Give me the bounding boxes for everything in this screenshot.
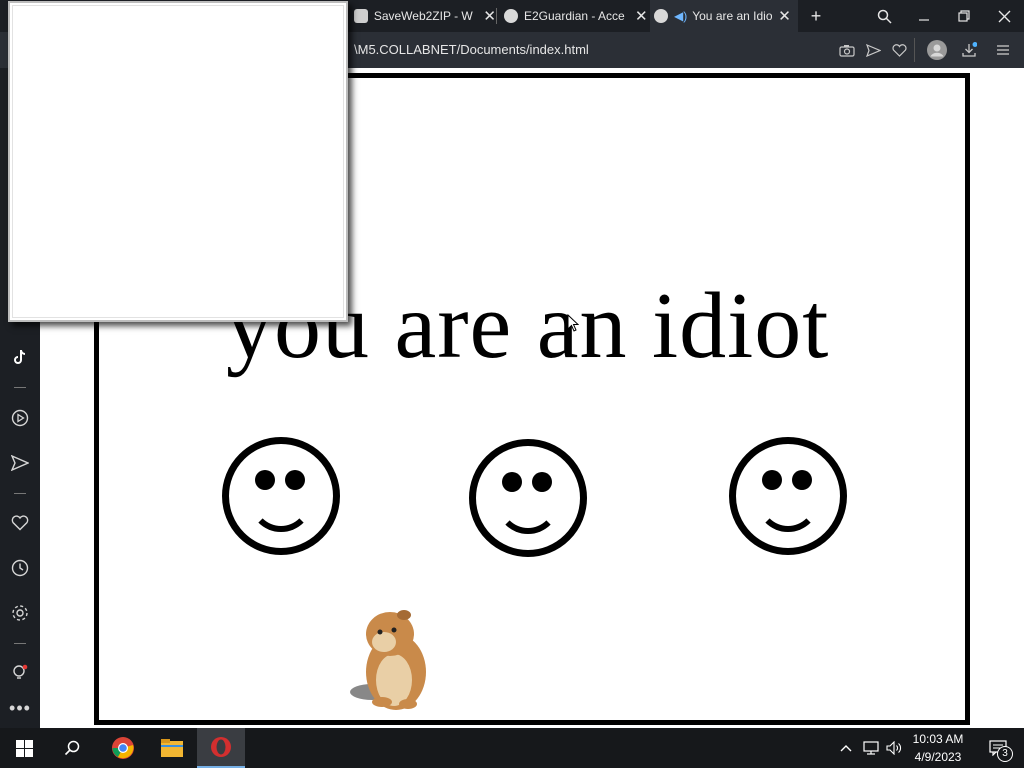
clock-date: 4/9/2023 (914, 750, 962, 764)
tab-title: You are an Idio (692, 9, 773, 23)
settings-gear-icon[interactable] (0, 598, 40, 628)
close-window-icon[interactable] (984, 0, 1024, 32)
new-tab-button[interactable]: + (796, 0, 836, 32)
globe-icon (504, 9, 518, 23)
taskbar-search-icon[interactable] (48, 728, 96, 768)
clock-time: 10:03 AM (912, 732, 964, 746)
close-tab-icon[interactable]: ✕ (635, 7, 648, 25)
opera-icon[interactable] (197, 728, 245, 768)
smiley-eye (285, 470, 305, 490)
speaker-icon[interactable]: ◀) (674, 9, 687, 23)
url-field[interactable]: \M5.COLLABNET/Documents/index.html (354, 32, 589, 68)
tab-title: E2Guardian - Acce (524, 9, 625, 23)
smiley-face-icon (729, 437, 847, 555)
network-icon[interactable] (860, 728, 882, 768)
flow-send-icon[interactable] (0, 448, 40, 478)
bookmarks-heart-icon[interactable] (0, 508, 40, 538)
more-options-icon[interactable]: ••• (0, 693, 40, 723)
close-tab-icon[interactable]: ✕ (778, 7, 791, 25)
lightbulb-icon[interactable] (0, 658, 40, 688)
saveweb2zip-favicon-icon (354, 9, 368, 23)
smiley-eye (532, 472, 552, 492)
tiktok-icon[interactable] (0, 342, 40, 372)
toolbar-divider (914, 38, 915, 62)
dancing-hamster-image (344, 606, 434, 714)
tab-divider (496, 8, 497, 24)
blank-popup-content (12, 5, 344, 318)
smiley-mouth (249, 492, 313, 532)
sidebar-divider (14, 493, 26, 494)
heart-icon[interactable] (886, 32, 912, 68)
smiley-eye (255, 470, 275, 490)
tab-title: SaveWeb2ZIP - W (373, 9, 473, 23)
file-explorer-icon[interactable] (148, 728, 196, 768)
close-tab-icon[interactable]: ✕ (483, 7, 496, 25)
send-arrow-icon[interactable] (860, 32, 886, 68)
smiley-mouth (756, 492, 820, 532)
smiley-eye (502, 472, 522, 492)
tab-you-are-an-idiot[interactable]: ◀) You are an Idio ✕ (650, 0, 798, 32)
player-icon[interactable] (0, 403, 40, 433)
tab-saveweb2zip[interactable]: SaveWeb2ZIP - W ✕ (350, 0, 496, 32)
search-tabs-icon[interactable] (864, 0, 904, 32)
start-windows-icon[interactable] (0, 728, 48, 768)
smiley-face-icon (222, 437, 340, 555)
sidebar-divider (14, 643, 26, 644)
tab-e2guardian[interactable]: E2Guardian - Acce ✕ (500, 0, 648, 32)
history-clock-icon[interactable] (0, 553, 40, 583)
easy-setup-menu-icon[interactable] (990, 32, 1016, 68)
notification-count-badge: 3 (997, 746, 1013, 762)
show-hidden-icons-chevron-icon[interactable] (836, 728, 856, 768)
restore-icon[interactable] (944, 0, 984, 32)
chrome-icon[interactable] (99, 728, 147, 768)
blank-popup-window[interactable] (8, 1, 348, 322)
mouse-cursor-icon (567, 313, 580, 338)
profile-avatar-icon[interactable] (924, 32, 950, 68)
snapshot-camera-icon[interactable] (834, 32, 860, 68)
smiley-mouth (496, 494, 560, 534)
globe-icon (654, 9, 668, 23)
smiley-face-icon (469, 439, 587, 557)
taskbar-clock[interactable]: 10:03 AM 4/9/2023 (900, 730, 976, 766)
smiley-eye (792, 470, 812, 490)
smiley-eye (762, 470, 782, 490)
downloads-icon[interactable] (956, 32, 982, 68)
action-center-icon[interactable]: 3 (978, 728, 1018, 768)
sidebar-divider (14, 387, 26, 388)
minimize-icon[interactable] (904, 0, 944, 32)
